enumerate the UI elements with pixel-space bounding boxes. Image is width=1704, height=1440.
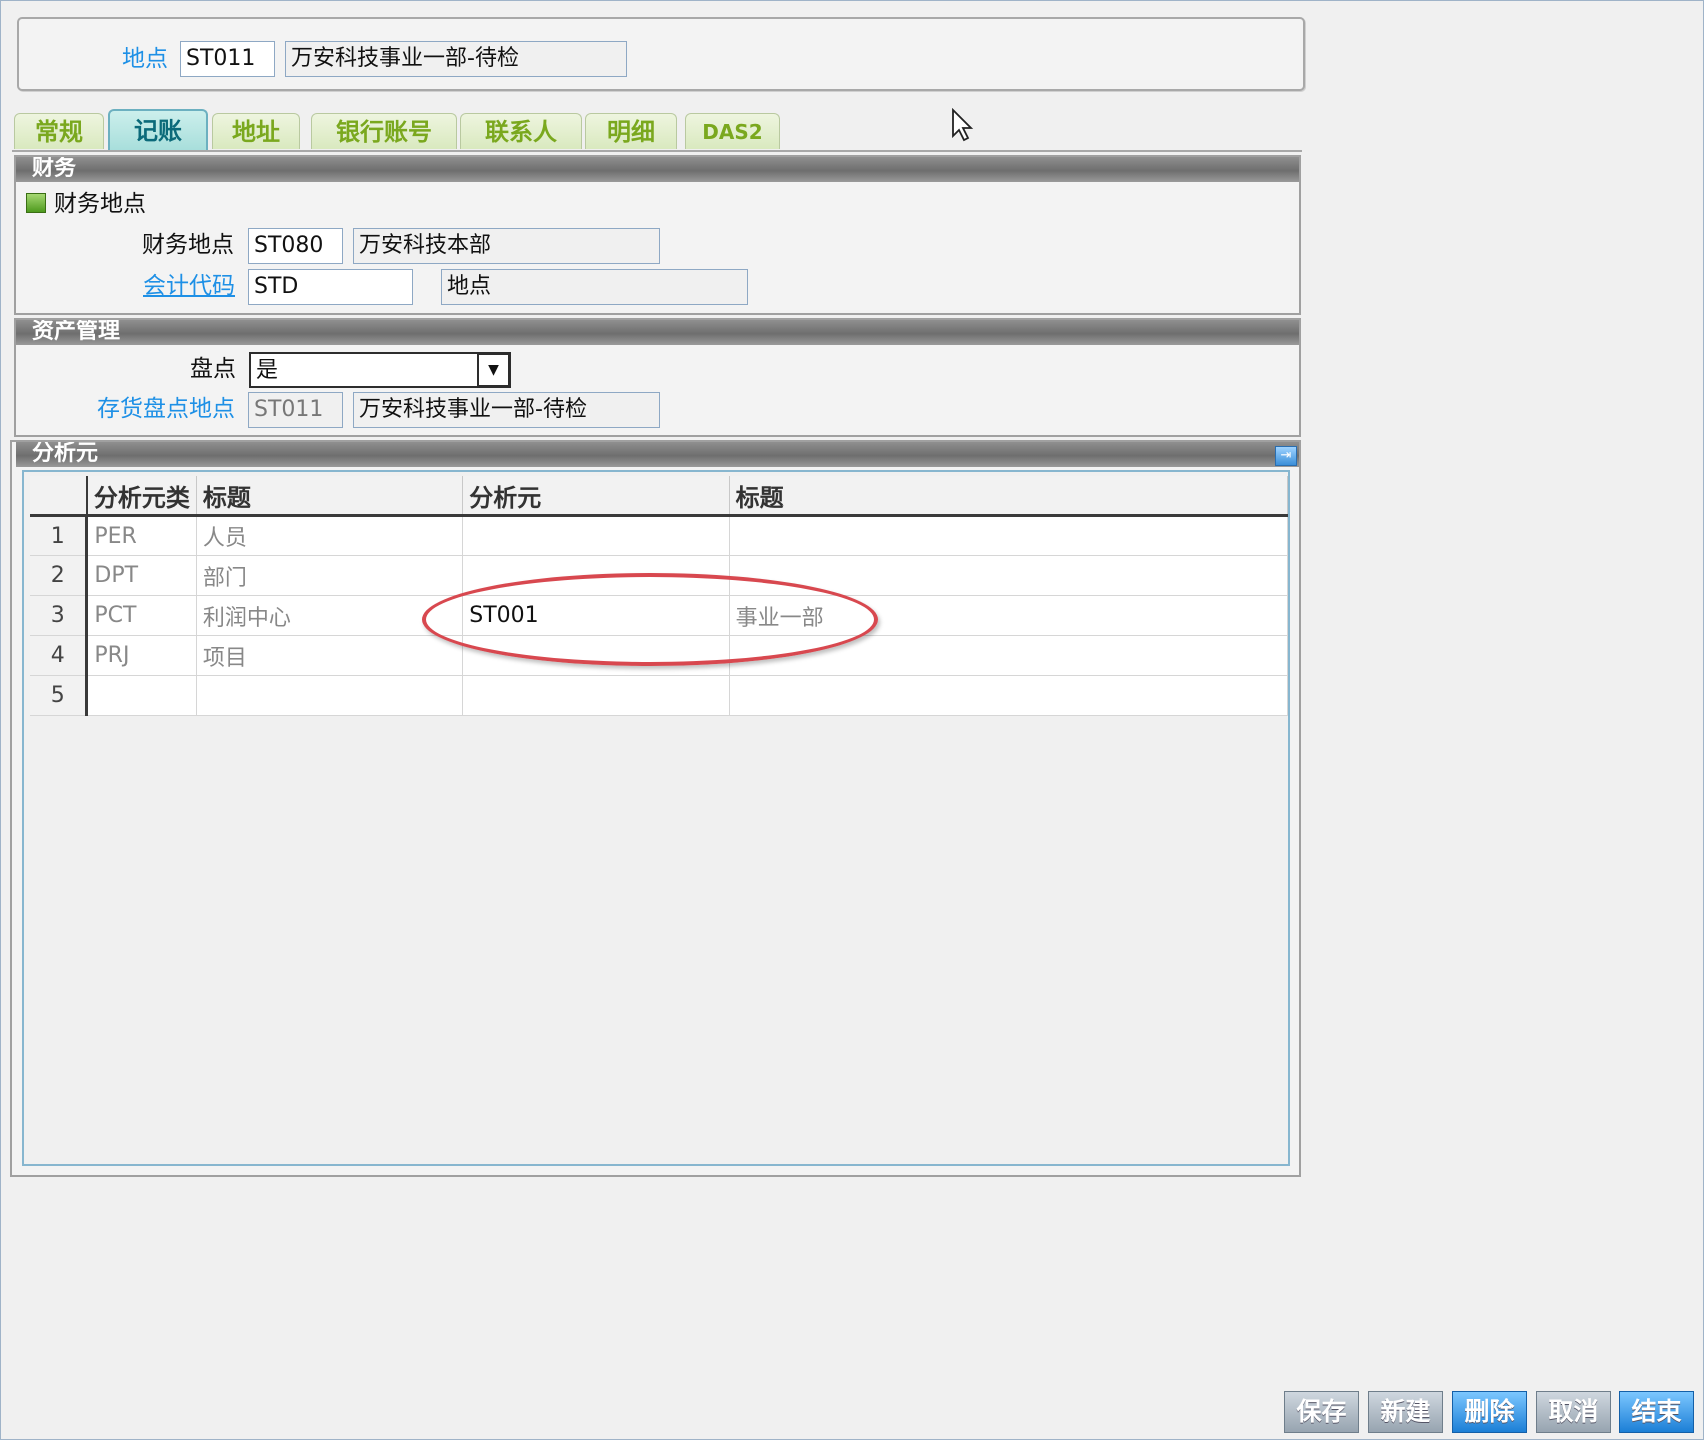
collapse-group-icon[interactable]: [26, 193, 46, 213]
cancel-button[interactable]: 取消: [1536, 1391, 1611, 1433]
column-header[interactable]: 分析元类: [86, 476, 197, 517]
cell-element[interactable]: [462, 635, 730, 676]
tab-das2[interactable]: DAS2: [685, 113, 780, 149]
cell-title[interactable]: 人员: [196, 515, 464, 556]
finish-button[interactable]: 结束: [1619, 1391, 1694, 1433]
tab-strip-divider: [12, 150, 1302, 152]
row-number[interactable]: 1: [30, 515, 89, 556]
cell-element[interactable]: [462, 555, 730, 596]
analysis-table: 分析元类 标题 分析元 标题 1 PER 人员 2 DPT 部门 3 PCT 利…: [30, 476, 1289, 716]
cell-element-title[interactable]: [729, 555, 1289, 596]
cell-title[interactable]: 项目: [196, 635, 464, 676]
cell-element[interactable]: [462, 515, 730, 556]
stock-location-name-field: 万安科技事业一部-待检: [353, 392, 660, 428]
tab-bank-account[interactable]: 银行账号: [311, 113, 457, 149]
cell-title[interactable]: [196, 675, 464, 716]
analysis-grid: 分析元类 标题 分析元 标题 1 PER 人员 2 DPT 部门 3 PCT 利…: [22, 470, 1290, 1166]
table-row[interactable]: 4 PRJ 项目: [30, 635, 1289, 676]
tab-accounting[interactable]: 记账: [108, 109, 208, 151]
cell-type[interactable]: DPT: [86, 555, 197, 596]
analysis-section-title: 分析元: [16, 442, 1299, 467]
chevron-down-icon[interactable]: ▼: [477, 353, 510, 387]
table-header-row: 分析元类 标题 分析元 标题: [30, 476, 1289, 517]
mouse-cursor-icon: [952, 108, 974, 142]
cell-element[interactable]: ST001: [462, 595, 730, 636]
finance-section-title: 财务: [16, 157, 1299, 182]
table-row[interactable]: 2 DPT 部门: [30, 555, 1289, 596]
cell-type[interactable]: [86, 675, 197, 716]
cell-element-title[interactable]: [729, 515, 1289, 556]
location-label[interactable]: 地点: [122, 45, 168, 73]
inventory-select[interactable]: 是: [249, 352, 511, 388]
row-number[interactable]: 4: [30, 635, 89, 676]
stock-location-link[interactable]: 存货盘点地点: [97, 395, 235, 423]
inventory-label: 盘点: [190, 356, 236, 382]
cell-type[interactable]: PCT: [86, 595, 197, 636]
cell-type[interactable]: PRJ: [86, 635, 197, 676]
column-header[interactable]: 分析元: [462, 476, 730, 517]
tab-address[interactable]: 地址: [212, 113, 300, 149]
asset-section-title: 资产管理: [16, 320, 1299, 345]
cell-element-title[interactable]: [729, 675, 1289, 716]
location-name-field: 万安科技事业一部-待检: [285, 41, 627, 77]
cell-element[interactable]: [462, 675, 730, 716]
accounting-code-link[interactable]: 会计代码: [143, 272, 235, 300]
cell-element-title[interactable]: 事业一部: [729, 595, 1289, 636]
accounting-code-desc-field: 地点: [441, 269, 748, 305]
delete-button[interactable]: 删除: [1452, 1391, 1527, 1433]
row-number[interactable]: 3: [30, 595, 89, 636]
new-button[interactable]: 新建: [1368, 1391, 1443, 1433]
column-header[interactable]: 标题: [196, 476, 464, 517]
row-number[interactable]: 5: [30, 675, 89, 716]
stock-location-code-field: ST011: [248, 392, 343, 428]
accounting-code-field[interactable]: STD: [248, 269, 413, 305]
expand-icon[interactable]: ⇥: [1275, 446, 1297, 466]
row-number-header: [30, 476, 88, 517]
save-button[interactable]: 保存: [1284, 1391, 1359, 1433]
cell-type[interactable]: PER: [86, 515, 197, 556]
finance-location-label: 财务地点: [142, 232, 234, 258]
finance-location-code-field[interactable]: ST080: [248, 228, 343, 264]
cell-element-title[interactable]: [729, 635, 1289, 676]
finance-group-title: 财务地点: [54, 191, 146, 217]
row-number[interactable]: 2: [30, 555, 89, 596]
table-row[interactable]: 1 PER 人员: [30, 515, 1289, 556]
location-code-field[interactable]: ST011: [180, 41, 275, 77]
tab-contacts[interactable]: 联系人: [460, 113, 582, 149]
column-header[interactable]: 标题: [729, 476, 1289, 517]
cell-title[interactable]: 部门: [196, 555, 464, 596]
table-row[interactable]: 3 PCT 利润中心 ST001 事业一部: [30, 595, 1289, 636]
finance-location-name-field: 万安科技本部: [353, 228, 660, 264]
tab-general[interactable]: 常规: [14, 113, 104, 149]
table-row[interactable]: 5: [30, 675, 1289, 716]
cell-title[interactable]: 利润中心: [196, 595, 464, 636]
tab-details[interactable]: 明细: [585, 113, 677, 149]
